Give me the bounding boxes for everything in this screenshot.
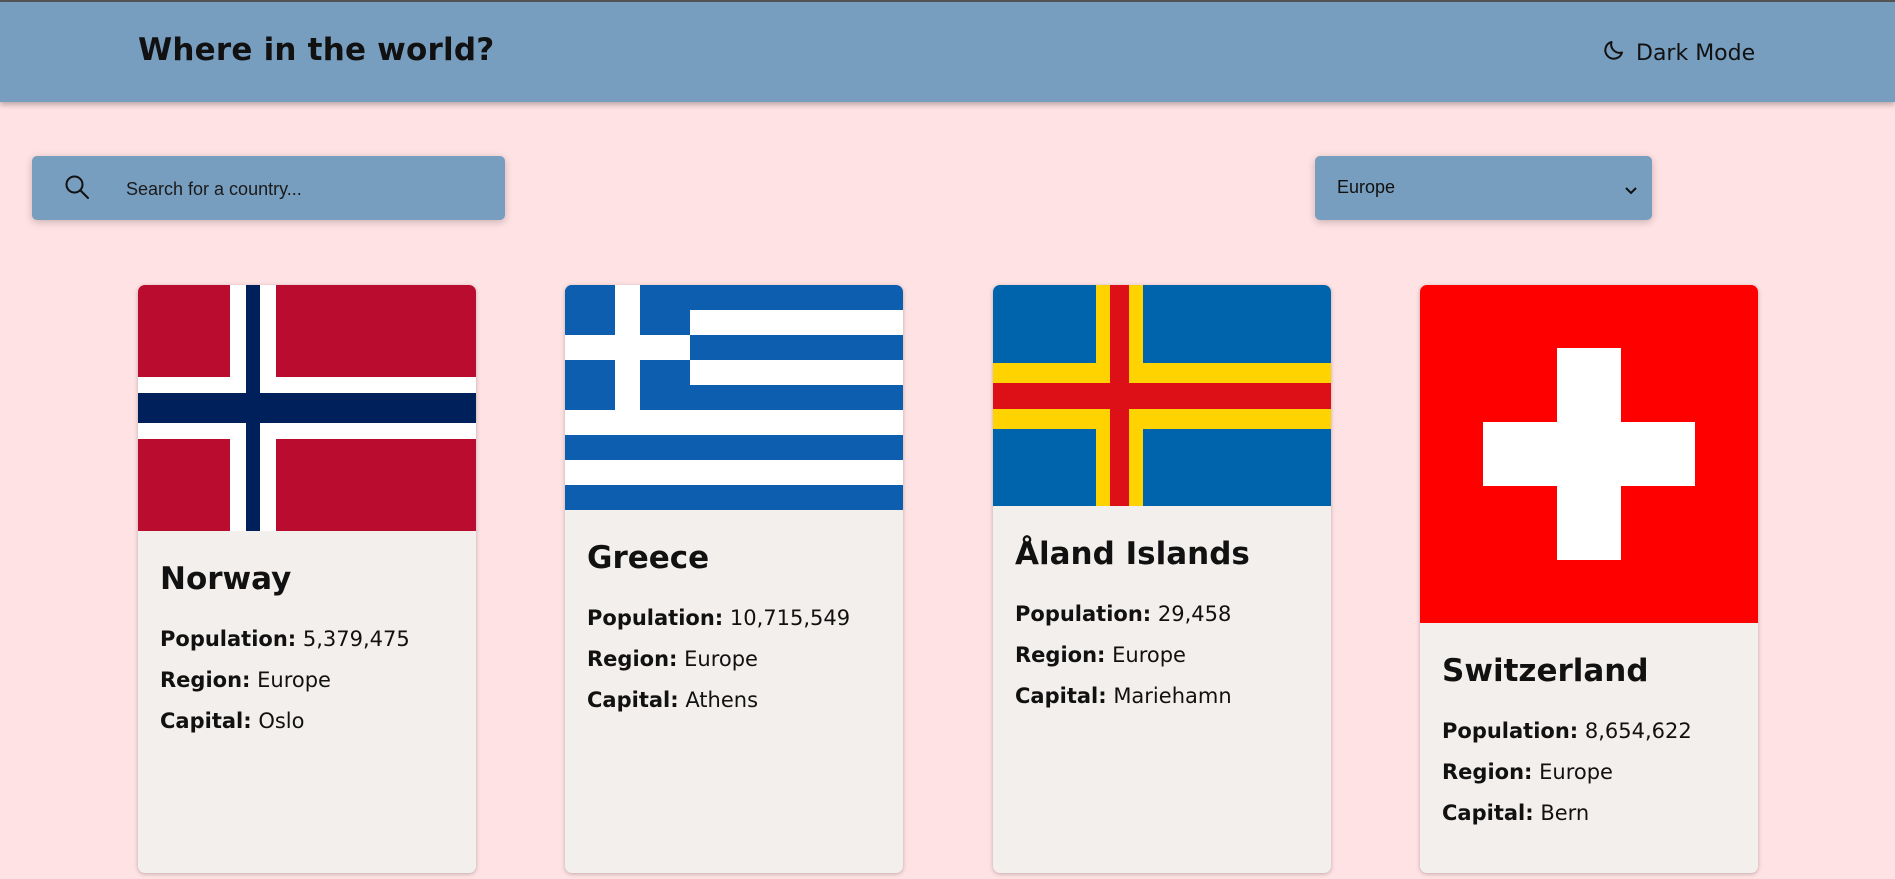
capital-row: Capital: Mariehamn [1015,676,1309,717]
population-label: Population: [160,627,297,651]
region-value: Europe [257,668,331,692]
population-value: 8,654,622 [1584,719,1692,743]
region-filter-select[interactable]: Europe [1315,156,1652,220]
region-label: Region: [1442,760,1533,784]
capital-label: Capital: [1015,684,1107,708]
population-row: Population: 29,458 [1015,594,1309,635]
population-row: Population: 10,715,549 [587,598,881,639]
app-title: Where in the world? [138,32,495,68]
population-value: 10,715,549 [729,606,851,630]
dark-mode-toggle[interactable]: Dark Mode [1602,38,1755,68]
flag-norway [138,285,476,531]
capital-label: Capital: [1442,801,1534,825]
capital-label: Capital: [160,709,252,733]
region-row: Region: Europe [1015,635,1309,676]
population-label: Population: [587,606,724,630]
country-name: Norway [160,561,292,597]
region-row: Region: Europe [587,639,881,680]
flag-switzerland [1420,285,1758,623]
search-icon [64,174,90,200]
capital-row: Capital: Oslo [160,701,454,742]
region-label: Region: [1015,643,1106,667]
chevron-down-icon [1624,182,1638,195]
capital-value: Athens [685,688,759,712]
capital-value: Mariehamn [1113,684,1232,708]
population-row: Population: 8,654,622 [1442,711,1736,752]
region-value: Europe [1539,760,1613,784]
region-row: Region: Europe [1442,752,1736,793]
dark-mode-label: Dark Mode [1636,40,1756,66]
country-card-aland-islands[interactable]: Åland Islands Population: 29,458 Region:… [993,285,1331,873]
region-filter-value: Europe [1337,177,1396,197]
region-value: Europe [684,647,758,671]
flag-greece [565,285,903,510]
capital-label: Capital: [587,688,679,712]
moon-icon [1602,38,1626,68]
country-card-switzerland[interactable]: Switzerland Population: 8,654,622 Region… [1420,285,1758,873]
country-name: Åland Islands [1015,536,1250,572]
capital-row: Capital: Bern [1442,793,1736,834]
region-label: Region: [587,647,678,671]
region-value: Europe [1112,643,1186,667]
flag-aland-islands [993,285,1331,506]
region-row: Region: Europe [160,660,454,701]
country-card-greece[interactable]: Greece Population: 10,715,549 Region: Eu… [565,285,903,873]
population-value: 29,458 [1157,602,1232,626]
region-label: Region: [160,668,251,692]
country-card-norway[interactable]: Norway Population: 5,379,475 Region: Eur… [138,285,476,873]
country-name: Greece [587,540,710,576]
capital-value: Bern [1540,801,1590,825]
population-label: Population: [1015,602,1152,626]
population-row: Population: 5,379,475 [160,619,454,660]
app-header: Where in the world? Dark Mode [0,2,1895,102]
capital-row: Capital: Athens [587,680,881,721]
search-box[interactable] [32,156,505,222]
population-value: 5,379,475 [302,627,410,651]
population-label: Population: [1442,719,1579,743]
search-input[interactable] [124,156,488,222]
capital-value: Oslo [258,709,305,733]
country-name: Switzerland [1442,653,1649,689]
